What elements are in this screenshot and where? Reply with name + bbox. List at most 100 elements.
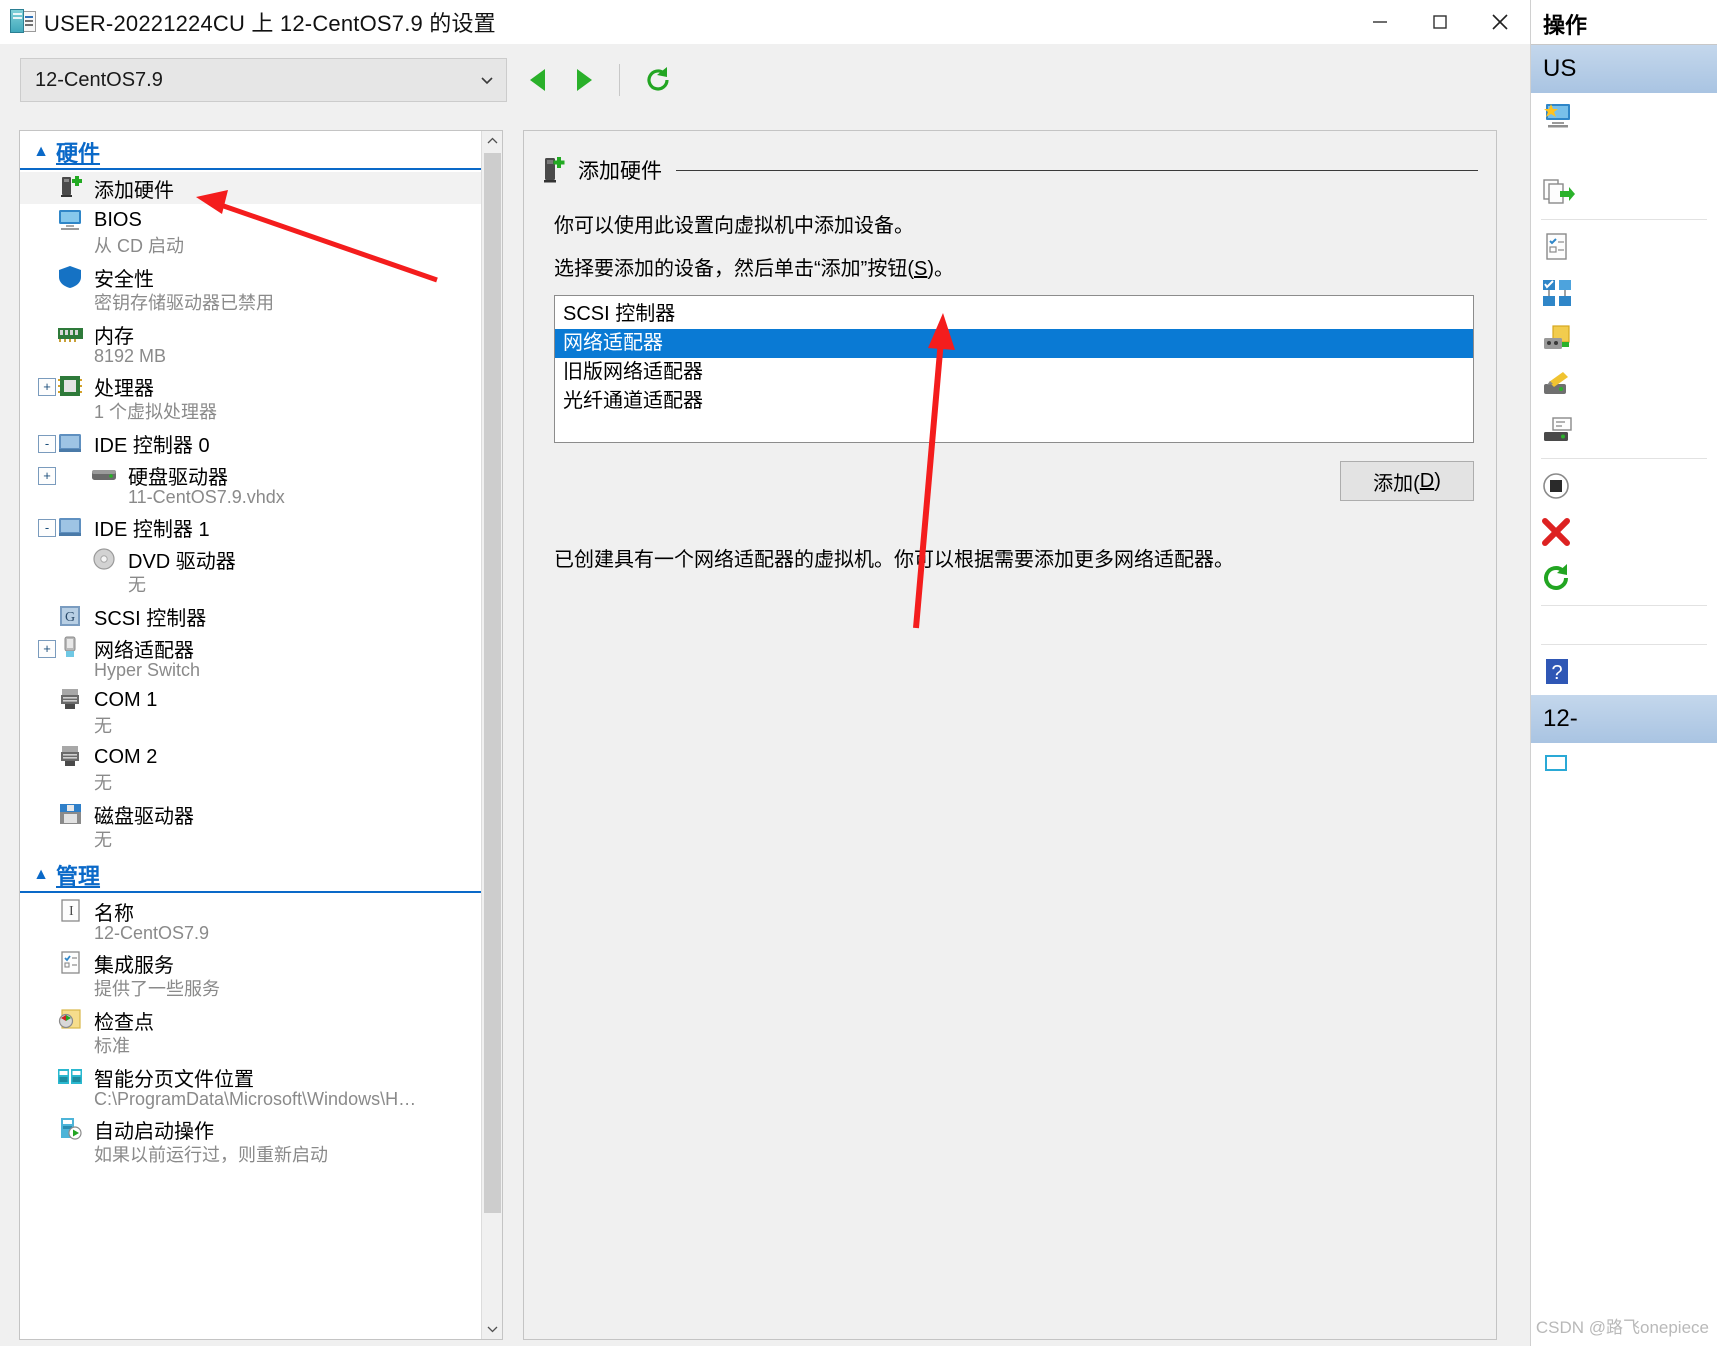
action-virtual-switch-manager[interactable]: [1531, 270, 1717, 316]
tree-item-label: 处理器: [94, 377, 154, 400]
action-stop-service[interactable]: [1531, 463, 1717, 509]
bios-monitor-icon: [56, 207, 86, 233]
expander-placeholder: [38, 955, 56, 973]
expander-placeholder: [38, 212, 56, 230]
action-vm-connect[interactable]: [1531, 743, 1717, 789]
tree-item-label: 名称: [94, 902, 134, 925]
tree-item-4[interactable]: 智能分页文件位置 C:\ProgramData\Microsoft\Windows…: [20, 1061, 482, 1113]
tree-item-7[interactable]: + 硬盘驱动器 11-CentOS7.9.vhdx: [20, 459, 482, 511]
expander-placeholder: [38, 551, 56, 569]
collapse-icon[interactable]: -: [38, 435, 56, 453]
tree-item-12[interactable]: COM 1 无: [20, 684, 482, 741]
tree-item-5[interactable]: + 处理器 1 个虚拟处理器: [20, 370, 482, 427]
close-button[interactable]: [1470, 0, 1530, 44]
settings-tree: ▲ 硬件 添加硬件 BIOS 从 CD 启动 安全性 密钥存储驱动器已禁用 内存 8192 …: [20, 131, 482, 1339]
expand-icon[interactable]: +: [38, 378, 56, 396]
help-icon: ?: [1541, 657, 1575, 687]
tree-item-label: BIOS: [94, 208, 142, 231]
virtual-san-manager-icon: [1541, 324, 1575, 354]
hard-drive-icon: [90, 462, 120, 488]
main-area: ▲ 硬件 添加硬件 BIOS 从 CD 启动 安全性 密钥存储驱动器已禁用 内存 8192 …: [0, 118, 1530, 1346]
action-edit-disk[interactable]: [1531, 362, 1717, 408]
action-import-vm[interactable]: [1531, 169, 1717, 215]
tree-item-8[interactable]: - IDE 控制器 1: [20, 511, 482, 543]
tree-item-3[interactable]: 检查点 标准: [20, 1004, 482, 1061]
content-note: 已创建具有一个网络适配器的虚拟机。你可以根据需要添加更多网络适配器。: [554, 549, 1234, 571]
tree-item-6[interactable]: - IDE 控制器 0: [20, 427, 482, 459]
action-new-vm[interactable]: [1531, 93, 1717, 139]
edit-disk-icon: [1541, 370, 1575, 400]
floppy-drive-icon: [56, 801, 86, 827]
expander-placeholder: [38, 692, 56, 710]
device-list-item-2[interactable]: 网络适配器: [555, 329, 1473, 358]
tree-scrollbar[interactable]: [481, 131, 502, 1339]
scroll-up-icon[interactable]: [482, 131, 502, 152]
collapse-icon[interactable]: -: [38, 519, 56, 537]
actions-panel-title: 操作: [1531, 0, 1717, 44]
smart-paging-icon: [56, 1064, 86, 1090]
device-list-item-4[interactable]: 光纤通道适配器: [555, 387, 1473, 416]
integration-services-icon: [56, 950, 86, 976]
tree-item-label: 内存: [94, 325, 134, 348]
device-list-item-1[interactable]: SCSI 控制器: [555, 300, 1473, 329]
expander-placeholder: [38, 269, 56, 287]
action-inspect-disk[interactable]: [1531, 408, 1717, 454]
actions-host-header: US: [1531, 45, 1717, 93]
tree-item-9[interactable]: DVD 驱动器无: [20, 543, 482, 600]
action-virtual-san-manager[interactable]: [1531, 316, 1717, 362]
svg-text:G: G: [65, 610, 75, 625]
device-list-item-3[interactable]: 旧版网络适配器: [555, 358, 1473, 387]
expander-placeholder: [38, 903, 56, 921]
tree-section-hardware[interactable]: ▲ 硬件: [20, 136, 482, 170]
chevron-up-icon[interactable]: ▲: [30, 866, 52, 884]
scsi-controller-icon: G: [56, 603, 86, 629]
content-header: 添加硬件: [542, 155, 1486, 185]
tree-section-management[interactable]: ▲ 管理: [20, 859, 482, 893]
expander-placeholder: [38, 180, 56, 198]
action-hyper-v-settings[interactable]: [1531, 224, 1717, 270]
tree-item-5[interactable]: 自动启动操作 如果以前运行过，则重新启动: [20, 1113, 482, 1170]
com-port-icon: [56, 744, 86, 770]
tree-item-subtext: 如果以前运行过，则重新启动: [94, 1145, 328, 1165]
tree-item-13[interactable]: COM 2 无: [20, 741, 482, 798]
tree-scroll-thumb[interactable]: [484, 153, 501, 1213]
watermark: CSDN @路飞onepiece: [1535, 1318, 1709, 1337]
tree-item-11[interactable]: + 网络适配器 Hyper Switch: [20, 632, 482, 684]
tree-item-14[interactable]: 磁盘驱动器无: [20, 798, 482, 855]
tree-item-2[interactable]: 集成服务 提供了一些服务: [20, 947, 482, 1004]
tree-item-label: 添加硬件: [94, 179, 174, 202]
toolbar-divider: [619, 64, 620, 96]
svg-text:I: I: [69, 904, 74, 919]
scroll-down-icon[interactable]: [482, 1318, 502, 1339]
vm-select-dropdown[interactable]: 12-CentOS7.9: [20, 58, 507, 102]
nav-back-icon[interactable]: [525, 65, 553, 95]
add-button-pre: 添加(: [1373, 472, 1420, 495]
tree-item-4[interactable]: 内存 8192 MB: [20, 318, 482, 370]
expand-icon[interactable]: +: [38, 467, 56, 485]
tree-item-label: SCSI 控制器: [94, 607, 207, 630]
vm-settings-icon: [10, 9, 36, 35]
chevron-down-icon: [478, 71, 496, 89]
toolbar: 12-CentOS7.9: [0, 44, 1530, 116]
chevron-up-icon[interactable]: ▲: [30, 143, 52, 161]
minimize-button[interactable]: [1350, 0, 1410, 44]
tree-item-2[interactable]: BIOS 从 CD 启动: [20, 204, 482, 261]
add-button[interactable]: 添加(D): [1340, 461, 1474, 501]
device-listbox[interactable]: SCSI 控制器 网络适配器 旧版网络适配器 光纤通道适配器: [554, 295, 1474, 443]
nav-forward-icon[interactable]: [569, 65, 597, 95]
inspect-disk-icon: [1541, 416, 1575, 446]
expand-icon[interactable]: +: [38, 640, 56, 658]
refresh-icon[interactable]: [642, 64, 674, 96]
ide-controller-icon: [56, 430, 86, 456]
action-help[interactable]: ?: [1531, 649, 1717, 695]
tree-item-label: 智能分页文件位置: [94, 1068, 254, 1091]
tree-item-1[interactable]: I 名称 12-CentOS7.9: [20, 895, 482, 947]
action-refresh[interactable]: [1531, 555, 1717, 601]
settings-tree-panel[interactable]: ▲ 硬件 添加硬件 BIOS 从 CD 启动 安全性 密钥存储驱动器已禁用 内存 8192 …: [19, 130, 503, 1340]
maximize-button[interactable]: [1410, 0, 1470, 44]
stop-service-icon: [1541, 471, 1575, 501]
tree-item-10[interactable]: G SCSI 控制器: [20, 600, 482, 632]
tree-item-3[interactable]: 安全性 密钥存储驱动器已禁用: [20, 261, 482, 318]
action-remove-server[interactable]: [1531, 509, 1717, 555]
tree-item-1[interactable]: 添加硬件: [20, 172, 482, 204]
